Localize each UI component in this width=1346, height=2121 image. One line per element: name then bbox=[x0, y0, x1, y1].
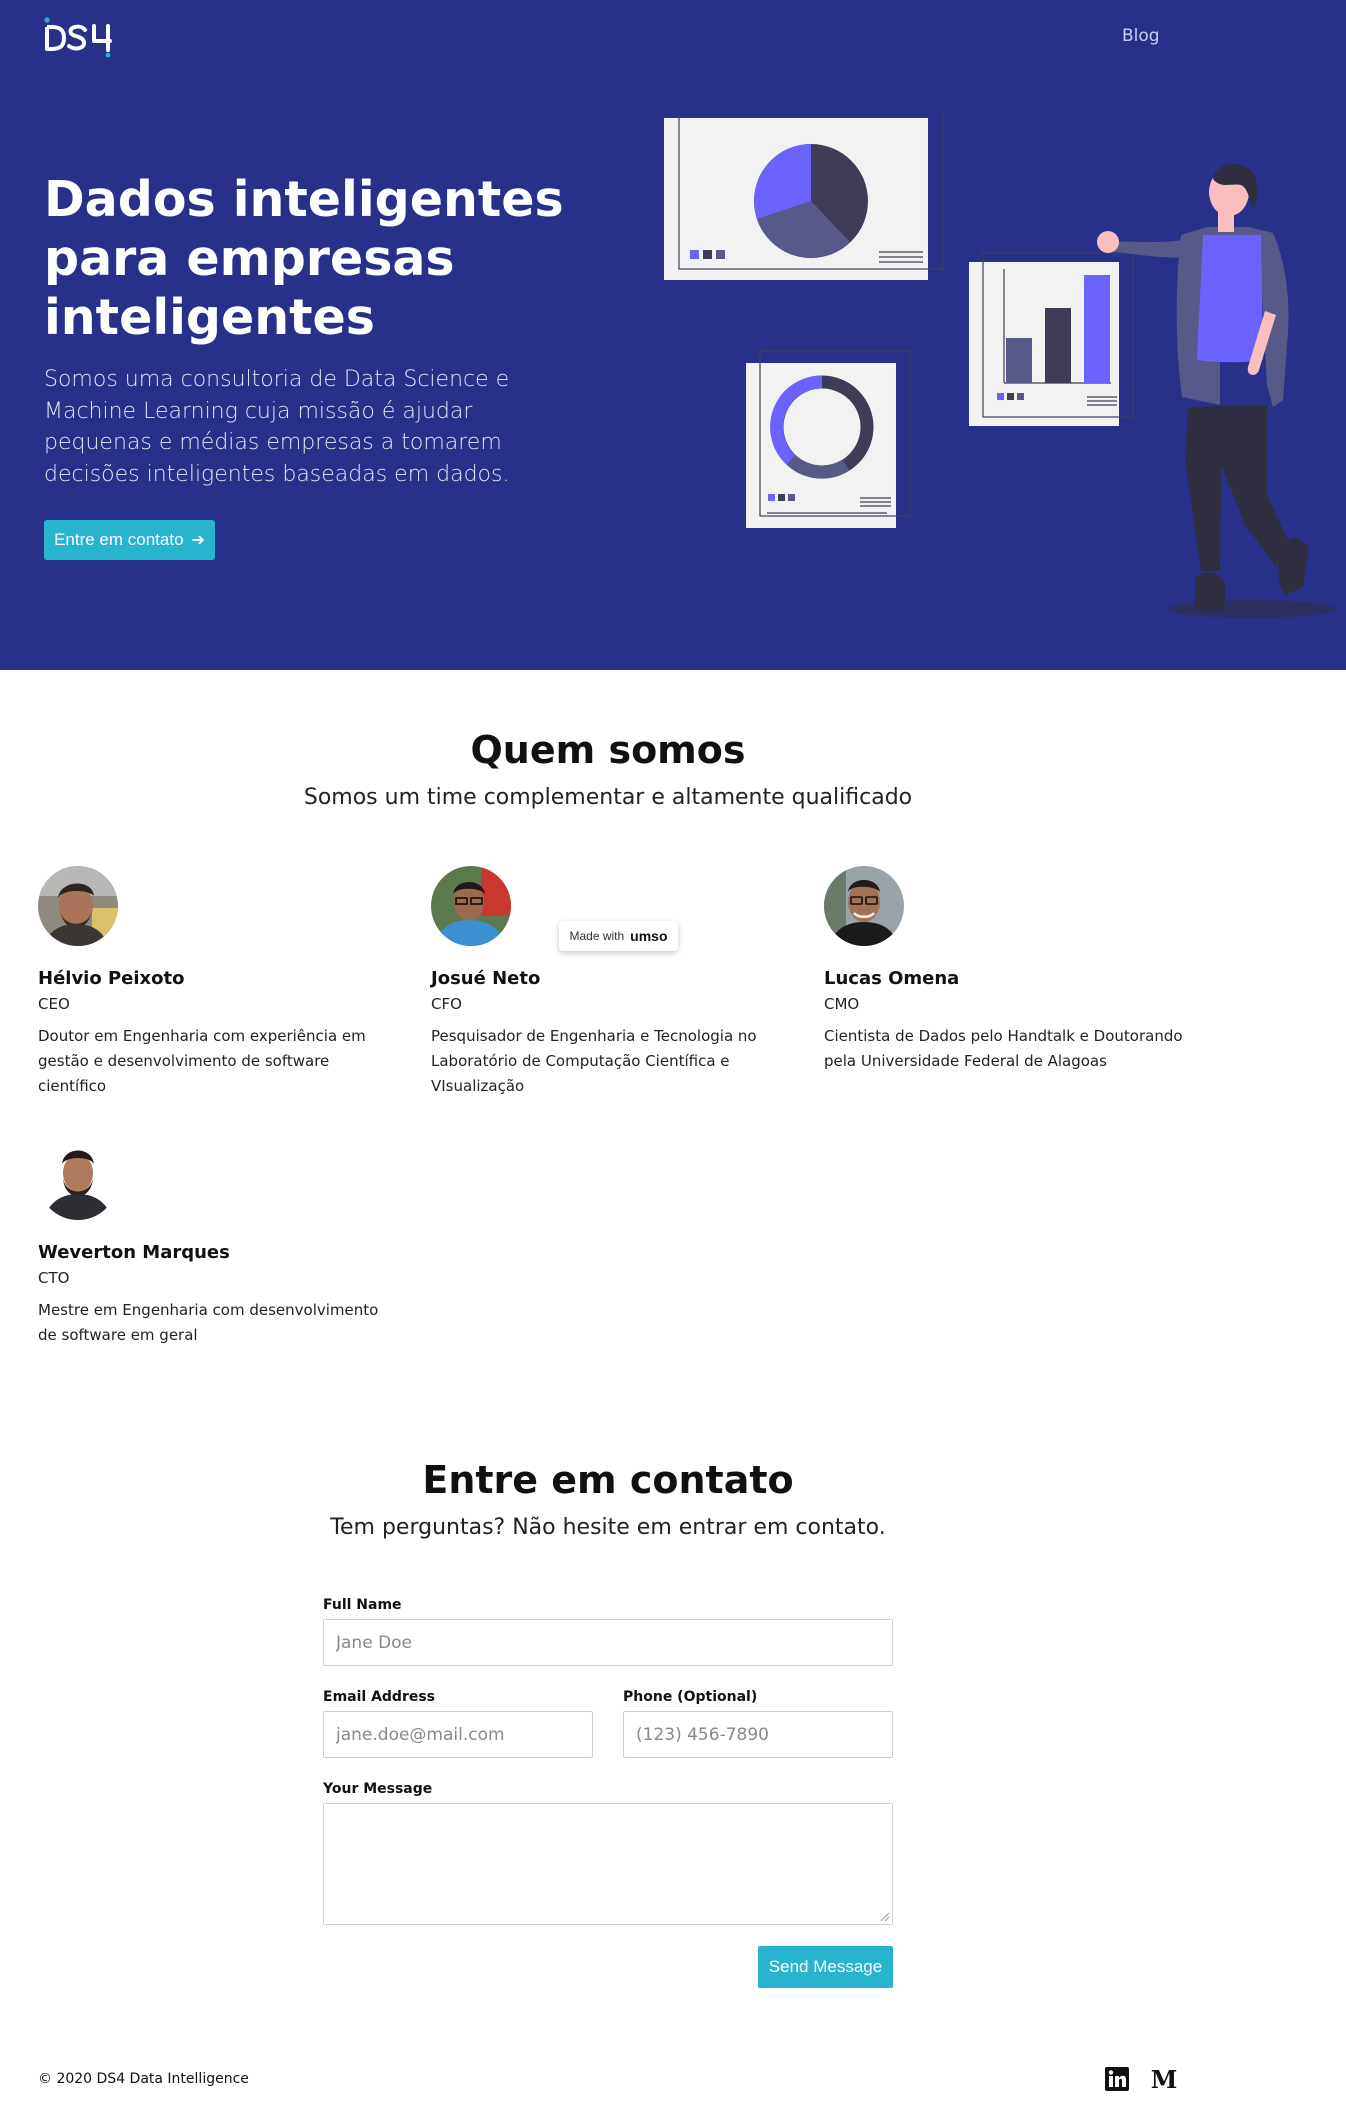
email-label: Email Address bbox=[323, 1689, 436, 1705]
made-with-umso-badge[interactable]: Made with umso bbox=[559, 921, 678, 951]
hero-section: Blog Dados inteligentes para empresas in… bbox=[0, 0, 1346, 670]
phone-label: Phone (Optional) bbox=[623, 1689, 758, 1705]
message-label: Your Message bbox=[323, 1781, 433, 1797]
message-textarea[interactable] bbox=[323, 1803, 893, 1925]
hero-subtitle: Somos uma consultoria de Data Science e … bbox=[44, 367, 510, 487]
svg-text:M: M bbox=[1151, 2066, 1177, 2092]
footer-copyright: © 2020 DS4 Data Intelligence bbox=[38, 2071, 249, 2087]
member-role: CEO bbox=[38, 995, 70, 1013]
member-role: CTO bbox=[38, 1269, 70, 1287]
member-bio: Cientista de Dados pelo Handtalk e Douto… bbox=[824, 1027, 1183, 1070]
badge-brand-text: umso bbox=[630, 928, 668, 944]
badge-made-with-text: Made with bbox=[569, 929, 625, 943]
nav-blog-link[interactable]: Blog bbox=[1122, 26, 1160, 46]
avatar bbox=[38, 866, 118, 946]
arrow-right-icon: ➔ bbox=[191, 532, 205, 549]
member-bio: Mestre em Engenharia com desenvolvimento… bbox=[38, 1301, 379, 1344]
member-name: Weverton Marques bbox=[38, 1242, 230, 1263]
email-input[interactable] bbox=[323, 1711, 593, 1758]
team-section-title: Quem somos bbox=[470, 728, 746, 772]
linkedin-icon[interactable] bbox=[1104, 2066, 1130, 2092]
resize-grip-icon[interactable] bbox=[880, 1912, 890, 1922]
member-bio: Doutor em Engenharia com experiência em … bbox=[38, 1027, 366, 1095]
member-name: Hélvio Peixoto bbox=[38, 968, 185, 989]
hero-title: Dados inteligentes para empresas intelig… bbox=[44, 171, 564, 346]
member-role: CMO bbox=[824, 995, 860, 1013]
phone-input[interactable] bbox=[623, 1711, 893, 1758]
contact-cta-label: Entre em contato bbox=[54, 530, 184, 549]
analytics-illustration bbox=[664, 115, 1336, 618]
avatar bbox=[431, 866, 511, 946]
medium-icon[interactable]: M bbox=[1151, 2066, 1177, 2092]
avatar bbox=[824, 866, 904, 946]
send-message-button[interactable]: Send Message bbox=[758, 1946, 893, 1988]
member-role: CFO bbox=[431, 995, 462, 1013]
ds4-logo[interactable] bbox=[43, 14, 118, 58]
contact-cta-button[interactable]: Entre em contato ➔ bbox=[44, 520, 215, 560]
member-bio: Pesquisador de Engenharia e Tecnologia n… bbox=[431, 1027, 757, 1095]
contact-section-title: Entre em contato bbox=[422, 1458, 794, 1502]
team-section-subtitle: Somos um time complementar e altamente q… bbox=[303, 785, 913, 810]
contact-section-subtitle: Tem perguntas? Não hesite em entrar em c… bbox=[330, 1515, 886, 1540]
full-name-input[interactable] bbox=[323, 1619, 893, 1666]
member-name: Lucas Omena bbox=[824, 968, 960, 989]
avatar bbox=[38, 1140, 118, 1220]
full-name-label: Full Name bbox=[323, 1597, 402, 1613]
member-name: Josué Neto bbox=[431, 968, 541, 989]
